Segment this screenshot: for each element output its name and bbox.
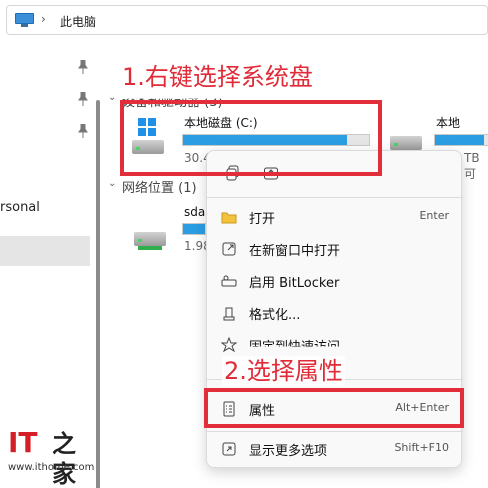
chevron-right-icon[interactable]: ›	[41, 12, 46, 26]
menu-separator	[207, 197, 463, 198]
menu-separator	[207, 431, 463, 432]
pin-icon[interactable]	[78, 123, 88, 138]
menu-item-shortcut: Enter	[419, 209, 449, 222]
folder-icon	[221, 209, 237, 225]
drive-2-size: TB 可	[464, 151, 480, 181]
annotation-step-2: 2.选择属性	[222, 356, 345, 386]
pin-icon[interactable]	[78, 91, 88, 106]
menu-item-bitlocker[interactable]: 启用 BitLocker	[207, 265, 463, 297]
menu-item-label: 在新窗口中打开	[249, 244, 341, 259]
watermark-url: www.ithome.com	[8, 462, 95, 473]
menu-item-label: 格式化...	[249, 308, 301, 323]
pin-icon	[220, 336, 238, 353]
address-bar[interactable]: › 此电脑	[6, 5, 488, 35]
network-drive-icon	[134, 224, 166, 250]
this-pc-icon	[15, 13, 34, 27]
menu-item-open[interactable]: 打开 Enter	[207, 201, 463, 233]
highlight-box-properties	[204, 388, 464, 428]
chevron-down-icon[interactable]: ⌄	[108, 178, 116, 189]
highlight-box-drive-c	[120, 100, 382, 176]
more-options-icon	[221, 441, 237, 457]
menu-item-shortcut: Shift+F10	[394, 441, 449, 454]
nav-scrollbar[interactable]	[96, 100, 100, 488]
drive-2-name[interactable]: 本地	[436, 114, 460, 131]
drive-sda1-usage-bar	[182, 223, 208, 235]
annotation-step-1: 1.右键选择系统盘	[120, 62, 315, 92]
new-window-icon	[221, 241, 237, 257]
format-icon	[221, 305, 237, 321]
nav-item-this-pc-selected[interactable]	[0, 236, 90, 266]
menu-item-label: 固定到快速访问	[249, 340, 341, 355]
ithome-logo: IT 之家	[8, 426, 76, 488]
key-icon	[221, 273, 237, 289]
navigation-pane: rsonal	[0, 40, 100, 488]
menu-item-show-more-options[interactable]: 显示更多选项 Shift+F10	[207, 433, 463, 465]
chevron-down-icon[interactable]: ⌄	[108, 92, 116, 103]
pin-icon[interactable]	[78, 59, 88, 74]
menu-item-format[interactable]: 格式化...	[207, 297, 463, 329]
drive-2-usage-bar	[434, 134, 488, 146]
breadcrumb-this-pc[interactable]: 此电脑	[60, 13, 96, 30]
nav-item-onedrive-personal[interactable]: rsonal	[0, 200, 40, 215]
menu-item-label: 打开	[249, 212, 276, 227]
menu-item-open-new-window[interactable]: 在新窗口中打开	[207, 233, 463, 265]
section-network-locations[interactable]: 网络位置 (1)	[122, 177, 197, 196]
menu-item-label: 显示更多选项	[249, 444, 328, 459]
menu-item-label: 启用 BitLocker	[249, 276, 340, 291]
